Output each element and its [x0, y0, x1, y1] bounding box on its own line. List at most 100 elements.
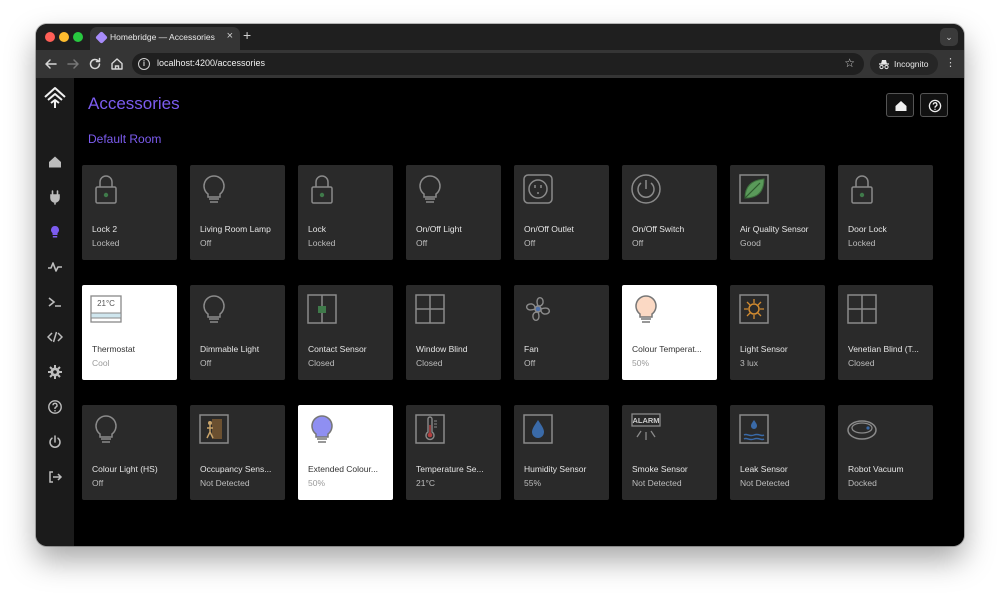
sidebar-logout-icon[interactable]: [47, 469, 63, 485]
accessory-tile[interactable]: Light Sensor 3 lux: [730, 285, 825, 380]
accessory-tile[interactable]: Living Room Lamp Off: [190, 165, 285, 260]
url-text: localhost:4200/accessories: [157, 58, 266, 68]
accessory-status: Locked: [308, 238, 336, 248]
sidebar-terminal-icon[interactable]: [47, 294, 63, 310]
accessory-tile[interactable]: Window Blind Closed: [406, 285, 501, 380]
accessory-name: Occupancy Sens...: [200, 464, 272, 474]
lightbulb-icon: [203, 175, 225, 203]
help-icon: [928, 99, 942, 113]
accessory-tile[interactable]: On/Off Light Off: [406, 165, 501, 260]
accessory-tile[interactable]: Contact Sensor Closed: [298, 285, 393, 380]
tab-close-icon[interactable]: ×: [227, 30, 233, 42]
outlet-icon: [523, 174, 553, 204]
accessory-name: Light Sensor: [740, 344, 788, 354]
sidebar: [36, 78, 74, 546]
accessory-name: Air Quality Sensor: [740, 224, 809, 234]
accessory-tile[interactable]: Venetian Blind (T... Closed: [838, 285, 933, 380]
accessory-tile[interactable]: Temperature Se... 21°C: [406, 405, 501, 500]
occupancy-icon: [199, 414, 229, 444]
accessory-tile[interactable]: Occupancy Sens... Not Detected: [190, 405, 285, 500]
accessory-name: Lock 2: [92, 224, 118, 234]
new-tab-button[interactable]: +: [243, 27, 251, 43]
droplet-icon: [523, 414, 553, 444]
accessory-tile[interactable]: Humidity Sensor 55%: [514, 405, 609, 500]
window-icon: [847, 294, 877, 324]
homebridge-logo-icon[interactable]: [43, 86, 67, 110]
site-info-icon[interactable]: i: [138, 58, 150, 70]
accessory-status: Off: [200, 238, 212, 248]
lightbulb-icon: [419, 175, 441, 203]
help-button[interactable]: [920, 93, 948, 117]
lightbulb-purple-icon: [311, 415, 333, 443]
incognito-profile-button[interactable]: Incognito: [870, 53, 938, 75]
accessory-name: Thermostat: [92, 344, 135, 354]
forward-arrow-icon[interactable]: [65, 56, 81, 72]
maximize-window-button[interactable]: [73, 32, 83, 42]
sidebar-settings-gear-icon[interactable]: [47, 364, 63, 380]
accessory-tile[interactable]: 21°C Thermostat Cool: [82, 285, 177, 380]
accessory-name: Window Blind: [416, 344, 468, 354]
accessory-tile[interactable]: Air Quality Sensor Good: [730, 165, 825, 260]
tab-bar: Homebridge — Accessories × + ⌄: [36, 24, 964, 50]
accessory-status: 3 lux: [740, 358, 758, 368]
accessory-tile[interactable]: Lock 2 Locked: [82, 165, 177, 260]
lightbulb-warm-icon: [635, 295, 657, 323]
home-view-button[interactable]: [886, 93, 914, 117]
accessory-tile[interactable]: Colour Light (HS) Off: [82, 405, 177, 500]
accessory-status: 50%: [632, 358, 650, 368]
sun-sensor-icon: [739, 294, 769, 324]
accessory-name: Venetian Blind (T...: [848, 344, 919, 354]
back-arrow-icon[interactable]: [43, 56, 59, 72]
accessory-status: Off: [524, 358, 536, 368]
sidebar-home-icon[interactable]: [47, 154, 63, 170]
accessory-status: Closed: [308, 358, 335, 368]
power-switch-icon: [631, 174, 661, 204]
browser-tab[interactable]: Homebridge — Accessories ×: [90, 27, 240, 50]
minimize-window-button[interactable]: [59, 32, 69, 42]
lock-icon: [95, 175, 117, 204]
incognito-icon: [879, 60, 889, 70]
accessory-name: On/Off Light: [416, 224, 462, 234]
sidebar-accessories-icon[interactable]: [47, 224, 63, 240]
accessory-tile[interactable]: Fan Off: [514, 285, 609, 380]
accessory-name: Fan: [524, 344, 539, 354]
sidebar-plugins-icon[interactable]: [47, 189, 63, 205]
close-window-button[interactable]: [45, 32, 55, 42]
accessory-status: 21°C: [416, 478, 435, 488]
accessory-name: Temperature Se...: [416, 464, 484, 474]
accessory-tile[interactable]: Robot Vacuum Docked: [838, 405, 933, 500]
accessory-status: Off: [92, 478, 104, 488]
sidebar-status-icon[interactable]: [47, 259, 63, 275]
accessory-tile[interactable]: Colour Temperat... 50%: [622, 285, 717, 380]
accessory-tile[interactable]: On/Off Switch Off: [622, 165, 717, 260]
accessory-status: Docked: [848, 478, 877, 488]
accessory-name: Smoke Sensor: [632, 464, 688, 474]
tab-search-chevron-icon[interactable]: ⌄: [940, 28, 958, 46]
accessory-tile[interactable]: Lock Locked: [298, 165, 393, 260]
browser-menu-icon[interactable]: ⋮: [945, 56, 956, 69]
accessory-tile[interactable]: Extended Colour... 50%: [298, 405, 393, 500]
accessory-name: Humidity Sensor: [524, 464, 587, 474]
svg-text:ALARM: ALARM: [632, 416, 659, 425]
sidebar-power-icon[interactable]: [47, 434, 63, 450]
accessory-tile[interactable]: Leak Sensor Not Detected: [730, 405, 825, 500]
accessory-tile[interactable]: Dimmable Light Off: [190, 285, 285, 380]
svg-text:21°C: 21°C: [97, 299, 115, 308]
home-icon[interactable]: [109, 56, 125, 72]
url-field[interactable]: i localhost:4200/accessories ☆: [132, 53, 864, 75]
reload-icon[interactable]: [87, 56, 103, 72]
accessory-status: 50%: [308, 478, 326, 488]
accessory-status: Not Detected: [200, 478, 250, 488]
sidebar-help-icon[interactable]: [47, 399, 63, 415]
accessory-tile[interactable]: ALARM Smoke Sensor Not Detected: [622, 405, 717, 500]
bookmark-star-icon[interactable]: ☆: [844, 56, 855, 70]
home-icon: [895, 101, 907, 111]
sidebar-config-icon[interactable]: [47, 329, 63, 345]
accessory-tile[interactable]: Door Lock Locked: [838, 165, 933, 260]
accessory-tile[interactable]: On/Off Outlet Off: [514, 165, 609, 260]
accessory-status: Closed: [848, 358, 875, 368]
lock-icon: [311, 175, 333, 204]
room-title: Default Room: [88, 132, 162, 146]
address-bar: i localhost:4200/accessories ☆ Incognito…: [36, 50, 964, 78]
accessory-name: Living Room Lamp: [200, 224, 271, 234]
